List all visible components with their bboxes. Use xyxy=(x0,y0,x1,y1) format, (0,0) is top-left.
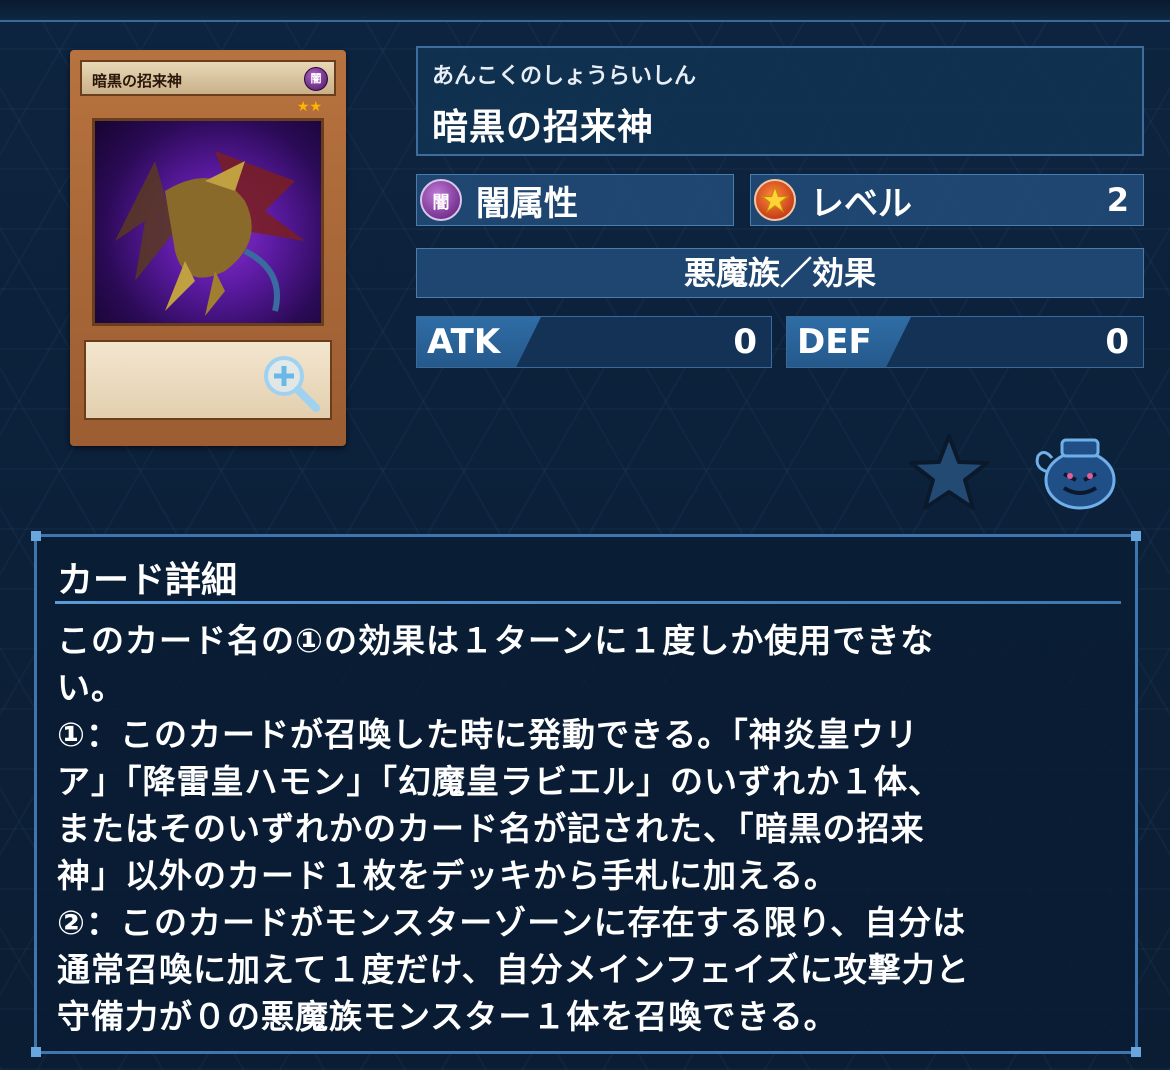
card-furigana: あんこくのしょうらいしん xyxy=(432,64,697,89)
attribute-label: 闇属性 xyxy=(476,183,578,224)
dark-attribute-icon: 闇 xyxy=(420,179,462,221)
level-label: レベル xyxy=(810,183,912,224)
def-label: DEF xyxy=(787,317,911,367)
card-attribute-mini-icon: 闇 xyxy=(304,67,328,91)
level-star-icon xyxy=(754,179,796,221)
def-box: DEF 0 xyxy=(786,316,1144,368)
top-rule xyxy=(0,0,1170,22)
atk-box: ATK 0 xyxy=(416,316,772,368)
card-effect-text: このカード名の①の効果は１ターンに１度しか使用できな い。 ①：このカードが召喚… xyxy=(57,617,1117,1040)
effect-line: またはそのいずれかのカード名が記された、「暗黒の招来 xyxy=(57,809,925,848)
panel-corner xyxy=(1131,1047,1141,1057)
monster-type: 悪魔族／効果 xyxy=(416,248,1144,298)
atk-value: 0 xyxy=(733,322,757,362)
attribute-box: 闇 闇属性 xyxy=(416,174,734,226)
card-image[interactable]: 暗黒の招来神 闇 ★★ xyxy=(70,50,346,446)
card-copyright xyxy=(86,424,330,430)
card-image-name: 暗黒の招来神 闇 xyxy=(80,60,336,96)
panel-corner xyxy=(1131,531,1141,541)
atk-label: ATK xyxy=(417,317,541,367)
card-detail-panel: カード詳細 このカード名の①の効果は１ターンに１度しか使用できな い。 ①：この… xyxy=(31,531,1141,1057)
star-icon[interactable] xyxy=(908,432,990,514)
zoom-in-icon[interactable] xyxy=(258,350,322,414)
panel-corner xyxy=(31,1047,41,1057)
effect-line: ②：このカードがモンスターゾーンに存在する限り、自分は xyxy=(57,903,967,942)
effect-line: 守備力が０の悪魔族モンスター１体を召喚できる。 xyxy=(57,997,838,1036)
level-box: レベル 2 xyxy=(750,174,1144,226)
def-value: 0 xyxy=(1105,322,1129,362)
level-value: 2 xyxy=(1106,181,1129,219)
card-level-stars: ★★ xyxy=(296,99,322,115)
detail-divider xyxy=(55,601,1121,604)
effect-line: ①：このカードが召喚した時に発動できる。「神炎皇ウリ xyxy=(57,715,919,754)
effect-line: 通常召喚に加えて１度だけ、自分メインフェイズに攻撃力と xyxy=(57,950,970,989)
detail-title: カード詳細 xyxy=(57,560,238,601)
card-artwork xyxy=(92,118,324,326)
pot-of-greed-icon[interactable] xyxy=(1030,432,1120,514)
effect-line: このカード名の①の効果は１ターンに１度しか使用できな xyxy=(57,621,935,660)
card-text-box xyxy=(84,340,332,420)
effect-line: 神」以外のカード１枚をデッキから手札に加える。 xyxy=(57,856,839,895)
effect-line: い。 xyxy=(57,668,125,707)
card-name: 暗黒の招来神 xyxy=(432,107,655,148)
card-name-header: あんこくのしょうらいしん 暗黒の招来神 xyxy=(416,46,1144,156)
effect-line: ア」「降雷皇ハモン」「幻魔皇ラビエル」のいずれか１体、 xyxy=(57,762,942,801)
panel-corner xyxy=(31,531,41,541)
